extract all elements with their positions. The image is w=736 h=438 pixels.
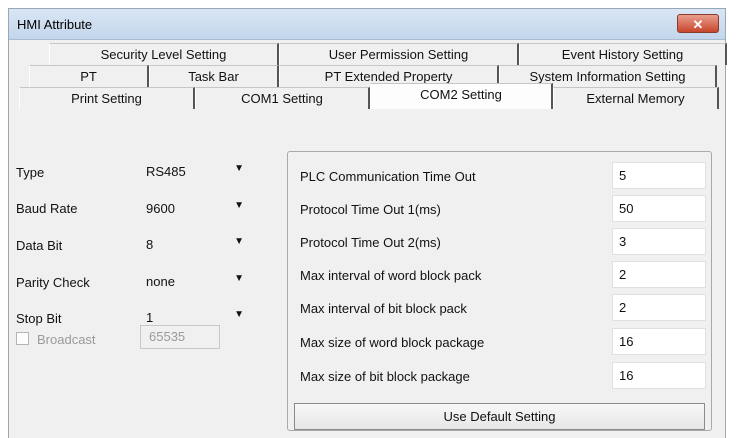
max-interval-bit-value: 2 bbox=[619, 300, 627, 315]
plc-timeout-label: PLC Communication Time Out bbox=[300, 169, 476, 184]
broadcast-checkbox[interactable] bbox=[16, 332, 29, 345]
broadcast-row: Broadcast bbox=[16, 332, 96, 347]
tab-com1-setting[interactable]: COM1 Setting bbox=[195, 87, 370, 109]
dropdown-arrow-icon: ▼ bbox=[234, 273, 244, 284]
tab-strip: Security Level Setting User Permission S… bbox=[19, 43, 727, 147]
broadcast-address-value: 65535 bbox=[149, 329, 186, 344]
dropdown-arrow-icon: ▼ bbox=[234, 200, 244, 211]
type-value: RS485 bbox=[146, 164, 186, 179]
protocol-timeout-1-value: 50 bbox=[619, 201, 634, 216]
broadcast-label: Broadcast bbox=[37, 332, 96, 347]
dropdown-arrow-icon: ▼ bbox=[234, 236, 244, 247]
baud-rate-select[interactable]: 9600 ▼ bbox=[140, 198, 250, 220]
tab-task-bar[interactable]: Task Bar bbox=[149, 65, 279, 87]
close-icon: ✕ bbox=[692, 17, 704, 32]
max-size-word-value: 16 bbox=[619, 334, 634, 349]
protocol-timeout-2-input[interactable]: 3 bbox=[612, 228, 706, 255]
dropdown-arrow-icon: ▼ bbox=[234, 309, 244, 320]
max-interval-bit-input[interactable]: 2 bbox=[612, 294, 706, 321]
close-button[interactable]: ✕ bbox=[677, 14, 719, 33]
max-size-word-input[interactable]: 16 bbox=[612, 328, 706, 355]
parity-check-select[interactable]: none ▼ bbox=[140, 271, 250, 293]
use-default-setting-button[interactable]: Use Default Setting bbox=[294, 403, 705, 430]
max-interval-word-input[interactable]: 2 bbox=[612, 261, 706, 288]
max-size-bit-label: Max size of bit block package bbox=[300, 369, 470, 384]
protocol-timeout-2-label: Protocol Time Out 2(ms) bbox=[300, 235, 441, 250]
protocol-timeout-1-input[interactable]: 50 bbox=[612, 195, 706, 222]
tab-row-1: Security Level Setting User Permission S… bbox=[49, 43, 727, 65]
tab-user-permission-setting[interactable]: User Permission Setting bbox=[279, 43, 519, 65]
tab-row-3: Print Setting COM1 Setting COM2 Setting … bbox=[19, 83, 719, 109]
max-size-bit-value: 16 bbox=[619, 368, 634, 383]
max-interval-bit-label: Max interval of bit block pack bbox=[300, 301, 467, 316]
tab-com2-setting[interactable]: COM2 Setting bbox=[370, 83, 553, 109]
stop-bit-value: 1 bbox=[146, 310, 154, 325]
parity-check-value: none bbox=[146, 274, 175, 289]
baud-rate-value: 9600 bbox=[146, 201, 175, 216]
tab-security-level-setting[interactable]: Security Level Setting bbox=[49, 43, 279, 65]
max-interval-word-label: Max interval of word block pack bbox=[300, 268, 482, 283]
dropdown-arrow-icon: ▼ bbox=[234, 163, 244, 174]
type-label: Type bbox=[16, 165, 45, 180]
data-bit-value: 8 bbox=[146, 237, 154, 252]
type-select[interactable]: RS485 ▼ bbox=[140, 161, 250, 183]
max-interval-word-value: 2 bbox=[619, 267, 627, 282]
max-size-bit-input[interactable]: 16 bbox=[612, 362, 706, 389]
protocol-timeout-2-value: 3 bbox=[619, 234, 627, 249]
plc-timeout-value: 5 bbox=[619, 168, 627, 183]
title-bar: HMI Attribute ✕ bbox=[9, 9, 725, 40]
tab-pt[interactable]: PT bbox=[29, 65, 149, 87]
parity-check-label: Parity Check bbox=[16, 275, 90, 290]
stop-bit-label: Stop Bit bbox=[16, 311, 62, 326]
protocol-timeout-1-label: Protocol Time Out 1(ms) bbox=[300, 202, 441, 217]
protocol-settings-group: PLC Communication Time Out 5 Protocol Ti… bbox=[287, 151, 712, 431]
data-bit-select[interactable]: 8 ▼ bbox=[140, 234, 250, 256]
tab-event-history-setting[interactable]: Event History Setting bbox=[519, 43, 727, 65]
data-bit-label: Data Bit bbox=[16, 238, 63, 253]
plc-timeout-input[interactable]: 5 bbox=[612, 162, 706, 189]
max-size-word-label: Max size of word block package bbox=[300, 335, 485, 350]
baud-rate-label: Baud Rate bbox=[16, 201, 78, 216]
tab-print-setting[interactable]: Print Setting bbox=[19, 87, 195, 109]
tab-external-memory[interactable]: External Memory bbox=[553, 87, 719, 109]
broadcast-address-input: 65535 bbox=[140, 325, 220, 349]
window-title: HMI Attribute bbox=[17, 17, 93, 32]
